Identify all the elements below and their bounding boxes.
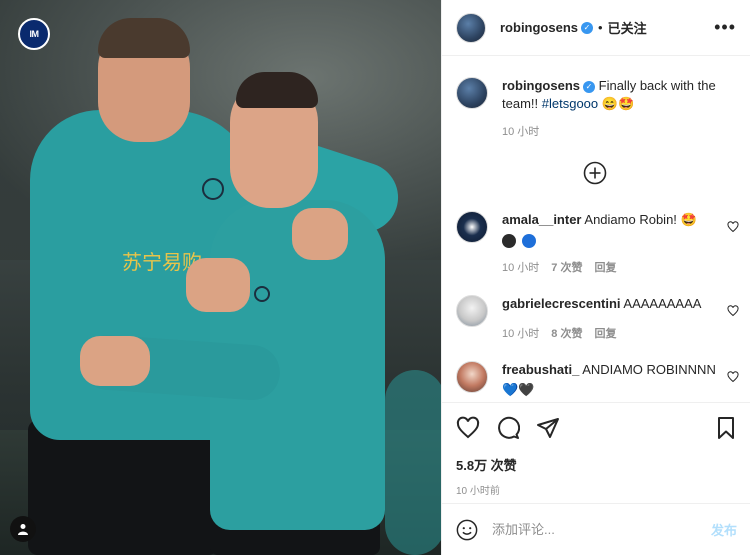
avatar[interactable] [456, 12, 486, 43]
comment-time: 10 小时 [502, 262, 540, 274]
comment-likes[interactable]: 8 次赞 [551, 325, 582, 343]
background-player [385, 370, 441, 555]
heart-icon[interactable] [727, 305, 739, 317]
comment-text: ANDIAMO ROBINNNN [582, 362, 716, 377]
comment-meta: 10 小时 7 次赞 回复 [502, 259, 741, 277]
post-side-panel: robingosens ✓ • 已关注 ••• robingosens ✓ Fin… [441, 0, 750, 555]
following-button[interactable]: 已关注 [608, 18, 647, 37]
post-actions: 5.8万 次赞 10 小时前 [442, 402, 750, 497]
comment-row: freabushati_ ANDIAMO ROBINNNN 💙🖤 [456, 361, 741, 399]
caption-emojis: 😄🤩 [601, 96, 635, 111]
comment-meta: 10 小时 8 次赞 回复 [502, 325, 741, 343]
action-icons [456, 415, 737, 441]
hand [80, 336, 150, 386]
heart-icon[interactable] [456, 416, 480, 440]
comment-username[interactable]: freabushati_ [502, 362, 579, 377]
hand [292, 208, 348, 260]
avatar[interactable] [456, 77, 488, 109]
verified-badge-icon: ✓ [583, 80, 596, 93]
heart-icon[interactable] [727, 371, 739, 383]
comment-emoji-line [502, 231, 741, 249]
header-user-block: robingosens ✓ • 已关注 [500, 18, 647, 37]
comment-time: 10 小时 [502, 328, 540, 340]
person-icon [18, 524, 28, 535]
comment-username[interactable]: amala__inter [502, 212, 582, 227]
post-photo[interactable]: 苏宁易购 IM [0, 0, 441, 555]
likes-count[interactable]: 5.8万 次赞 [456, 455, 737, 474]
caption-row: robingosens ✓ Finally back with the team!… [456, 77, 741, 141]
comment-body: gabrielecrescentini AAAAAAAAA 10 小时 8 次赞… [502, 295, 741, 343]
add-comment-bar: 发布 [442, 503, 750, 555]
avatar[interactable] [456, 295, 488, 327]
comment-body: amala__inter Andiamo Robin! 🤩 10 小时 7 次赞… [502, 211, 741, 277]
caption-meta: 10 小时 [502, 123, 741, 141]
inter-crest-icon [254, 286, 270, 302]
comment-text: Andiamo Robin! 🤩 [584, 212, 697, 227]
right-player-hair [236, 72, 318, 108]
caption-body: robingosens ✓ Finally back with the team!… [502, 77, 741, 141]
verified-badge-icon: ✓ [581, 21, 594, 34]
comment-text: AAAAAAAAA [623, 296, 702, 311]
reply-button[interactable]: 回复 [594, 325, 616, 343]
caption-username[interactable]: robingosens [502, 78, 580, 93]
black-circle-icon [502, 233, 516, 248]
hashtag-link[interactable]: #letsgooo [542, 96, 598, 111]
comment-likes[interactable]: 7 次赞 [551, 259, 582, 277]
comment-row: gabrielecrescentini AAAAAAAAA 10 小时 8 次赞… [456, 295, 741, 343]
left-player-hair [98, 18, 190, 58]
inter-logo-text: IM [29, 29, 40, 39]
instagram-post-modal: 苏宁易购 IM robingosens ✓ • 已关注 ••• robingos… [0, 0, 750, 555]
avatar[interactable] [456, 211, 488, 243]
comment-extra-line: 💙🖤 [502, 382, 535, 397]
comment-username[interactable]: gabrielecrescentini [502, 296, 621, 311]
share-icon[interactable] [536, 416, 560, 440]
more-options-icon[interactable]: ••• [714, 17, 736, 38]
load-more-comments-icon[interactable] [583, 161, 607, 185]
separator-dot: • [598, 20, 603, 35]
user-tag-icon[interactable] [10, 516, 36, 542]
blue-circle-icon [521, 233, 536, 248]
comment-row: amala__inter Andiamo Robin! 🤩 10 小时 7 次赞… [456, 211, 741, 277]
avatar[interactable] [456, 361, 488, 393]
post-comment-button[interactable]: 发布 [711, 520, 737, 539]
comment-icon[interactable] [496, 416, 520, 440]
header-username[interactable]: robingosens [500, 20, 578, 35]
hand [186, 258, 250, 312]
comment-input[interactable] [492, 522, 711, 537]
heart-icon[interactable] [727, 221, 739, 233]
emoji-icon[interactable] [456, 519, 478, 541]
post-header: robingosens ✓ • 已关注 ••• [442, 0, 750, 56]
reply-button[interactable]: 回复 [594, 259, 616, 277]
post-timestamp[interactable]: 10 小时前 [456, 482, 737, 497]
comments-list[interactable]: robingosens ✓ Finally back with the team!… [442, 57, 750, 402]
inter-crest-icon [202, 178, 224, 200]
inter-logo-icon: IM [18, 18, 50, 50]
left-player-shorts [28, 420, 218, 555]
comment-body: freabushati_ ANDIAMO ROBINNNN 💙🖤 [502, 361, 741, 399]
caption-time: 10 小时 [502, 126, 540, 138]
bookmark-icon[interactable] [715, 416, 737, 440]
